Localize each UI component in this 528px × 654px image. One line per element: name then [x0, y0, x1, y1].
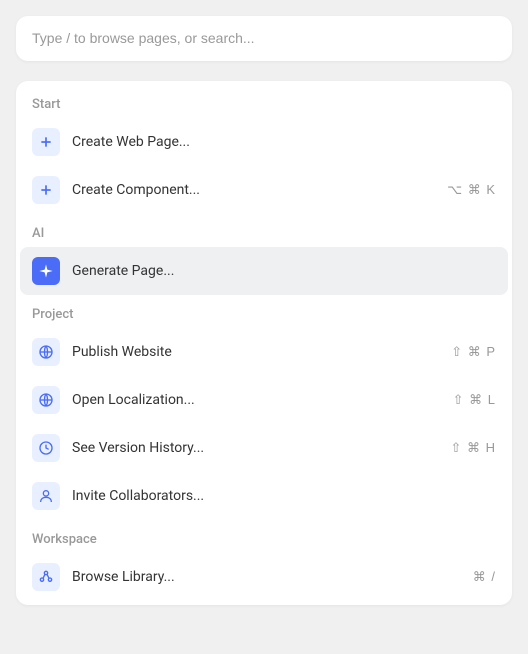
- shortcut: ⌥ ⌘ K: [447, 182, 496, 198]
- shortcut: ⌘ /: [473, 569, 496, 585]
- globe-icon: [32, 338, 60, 366]
- clock-icon: [32, 434, 60, 462]
- menu-item-label: Create Component...: [72, 182, 447, 198]
- menu-item-publish-website[interactable]: Publish Website ⇧ ⌘ P: [20, 328, 508, 376]
- shortcut: ⇧ ⌘ L: [453, 392, 496, 408]
- person-icon: [32, 482, 60, 510]
- plus-icon: [32, 128, 60, 156]
- menu-item-label: See Version History...: [72, 440, 450, 456]
- menu-item-label: Open Localization...: [72, 392, 453, 408]
- command-menu: Start Create Web Page... Create Componen…: [16, 81, 512, 605]
- sparkle-icon: [32, 257, 60, 285]
- plus-icon: [32, 176, 60, 204]
- menu-item-label: Generate Page...: [72, 263, 496, 279]
- section-header-workspace: Workspace: [16, 520, 512, 553]
- menu-item-label: Browse Library...: [72, 569, 473, 585]
- menu-item-label: Publish Website: [72, 344, 451, 360]
- menu-item-browse-library[interactable]: Browse Library... ⌘ /: [20, 553, 508, 601]
- search-bar[interactable]: [16, 16, 512, 61]
- section-header-ai: AI: [16, 214, 512, 247]
- shortcut: ⇧ ⌘ P: [451, 344, 496, 360]
- menu-item-label: Invite Collaborators...: [72, 488, 496, 504]
- menu-item-create-web-page[interactable]: Create Web Page...: [20, 118, 508, 166]
- section-header-start: Start: [16, 85, 512, 118]
- menu-item-invite-collaborators[interactable]: Invite Collaborators...: [20, 472, 508, 520]
- menu-item-generate-page[interactable]: Generate Page...: [20, 247, 508, 295]
- search-input[interactable]: [32, 30, 496, 46]
- shortcut: ⇧ ⌘ H: [450, 440, 496, 456]
- library-icon: [32, 563, 60, 591]
- menu-item-version-history[interactable]: See Version History... ⇧ ⌘ H: [20, 424, 508, 472]
- section-header-project: Project: [16, 295, 512, 328]
- menu-item-label: Create Web Page...: [72, 134, 496, 150]
- globe-icon: [32, 386, 60, 414]
- menu-item-open-localization[interactable]: Open Localization... ⇧ ⌘ L: [20, 376, 508, 424]
- menu-item-create-component[interactable]: Create Component... ⌥ ⌘ K: [20, 166, 508, 214]
